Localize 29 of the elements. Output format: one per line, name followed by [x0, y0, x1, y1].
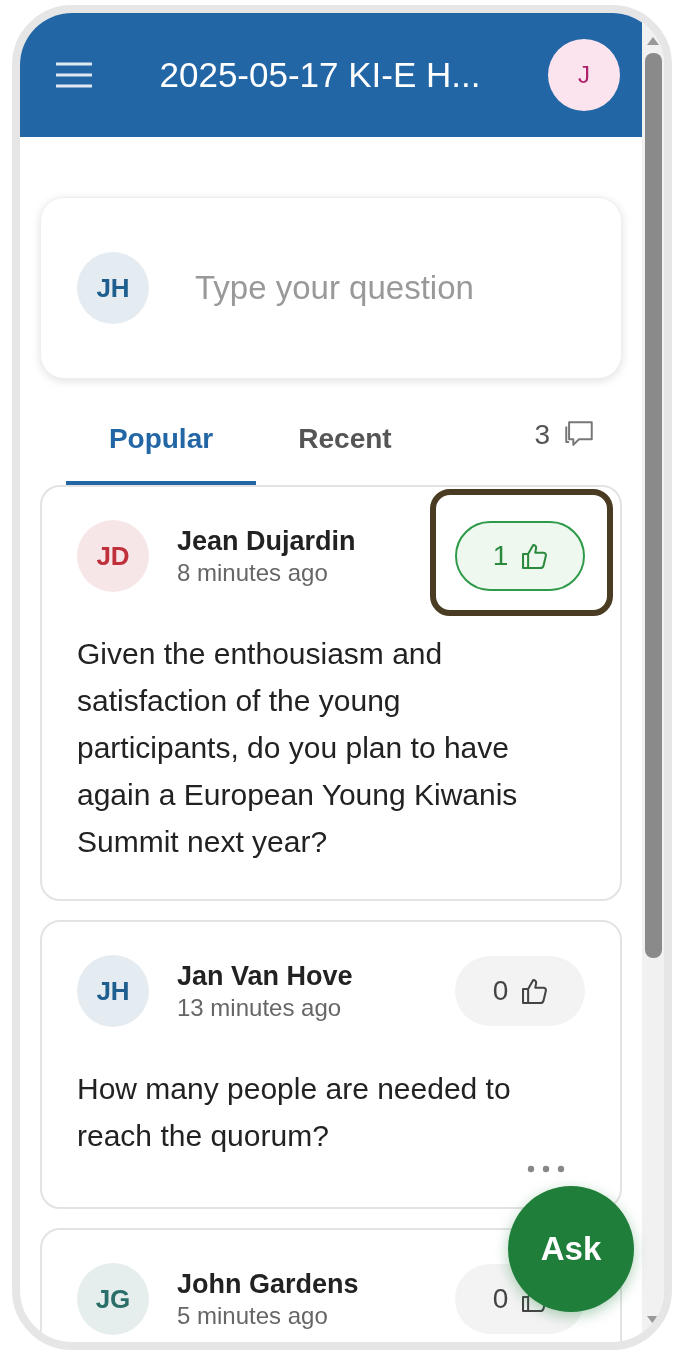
scrollbar-thumb[interactable] — [644, 53, 662, 958]
user-avatar[interactable]: J — [548, 39, 620, 111]
question-text: Given the enthousiasm and satisfaction of the young participants, do you plan to have again a European Young Kiwanis Summit next year? — [77, 636, 519, 860]
timestamp: 13 minutes ago — [177, 993, 343, 1022]
scroll-down-icon[interactable] — [647, 1316, 659, 1324]
user-avatar: JH — [77, 252, 149, 324]
author-avatar: JD — [77, 520, 149, 592]
author-name: Jan Van Hove — [177, 960, 354, 992]
author-name: Jean Dujardin — [177, 525, 357, 557]
author-avatar: JG — [77, 1263, 149, 1335]
question-count: 3 — [534, 419, 550, 451]
ask-button[interactable]: Ask — [508, 1186, 634, 1312]
scroll-up-icon[interactable] — [647, 37, 659, 45]
thumbs-up-icon — [522, 543, 548, 569]
menu-icon[interactable] — [56, 62, 92, 88]
thumbs-up-icon — [522, 978, 548, 1004]
question-input-field[interactable]: JH Type your question — [40, 197, 622, 379]
upvote-button[interactable]: 1 — [455, 521, 585, 591]
event-title: 2025-05-17 KI-E H... — [158, 55, 482, 95]
timestamp: 8 minutes ago — [177, 558, 329, 587]
sort-tab[interactable]: Popular — [66, 397, 256, 485]
question-text: How many people are needed to reach the quorum? — [77, 1071, 512, 1154]
sort-tab[interactable]: Recent — [256, 397, 434, 485]
author-avatar: JH — [77, 955, 149, 1027]
author-name: John Gardens — [177, 1268, 360, 1300]
placeholder: Type your question — [195, 269, 474, 307]
upvote-button[interactable]: 0 — [455, 956, 585, 1026]
timestamp: 5 minutes ago — [177, 1301, 329, 1330]
more-options-icon[interactable] — [527, 1165, 565, 1173]
